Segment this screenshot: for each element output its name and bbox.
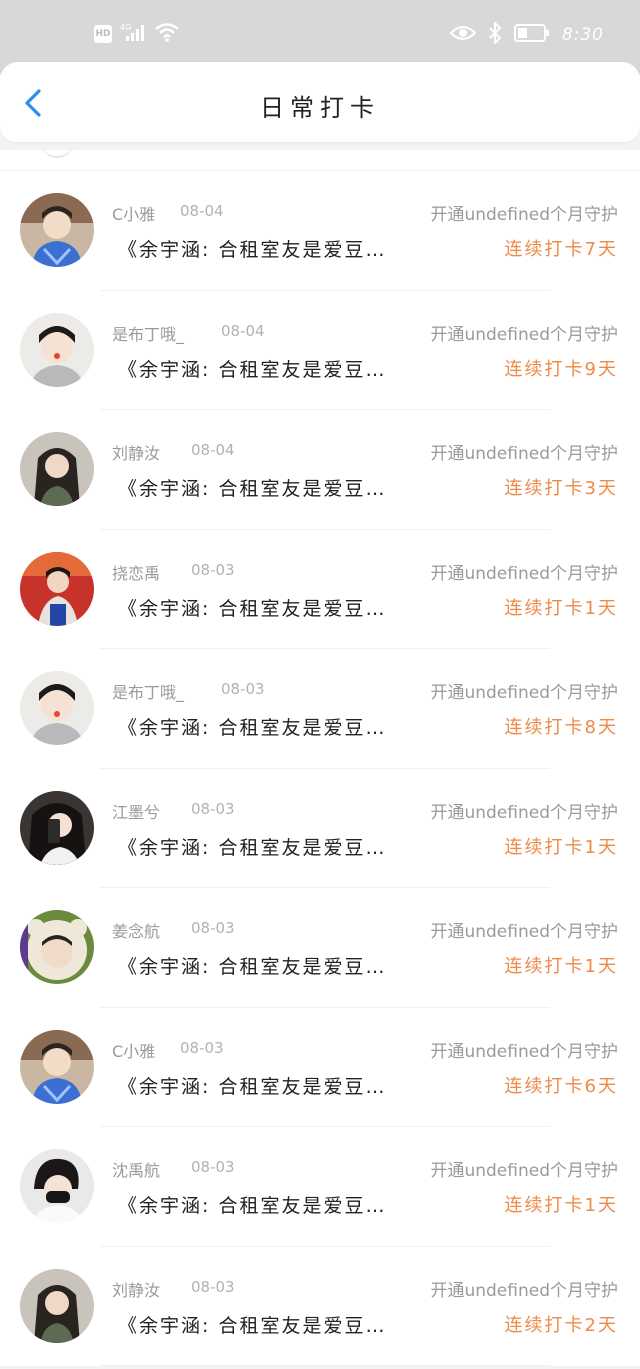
- checkin-list: C小雅 08-04 开通undefined个月守护 《余宇涵: 合租室友是爱豆……: [0, 150, 640, 1366]
- battery-icon: [513, 23, 550, 47]
- checkin-date: 08-03: [191, 560, 235, 579]
- checkin-row[interactable]: 沈禹航 08-03 开通undefined个月守护 《余宇涵: 合租室友是爱豆……: [0, 1127, 640, 1247]
- avatar[interactable]: [20, 551, 94, 626]
- guard-text: 开通undefined个月守护: [430, 1280, 618, 1301]
- guard-text: 开通undefined个月守护: [430, 563, 618, 584]
- checkin-date: 08-03: [191, 1277, 235, 1296]
- avatar[interactable]: [20, 432, 94, 506]
- guard-text: 开通undefined个月守护: [430, 205, 618, 225]
- svg-text:4G: 4G: [120, 23, 131, 32]
- checkin-date: 08-04: [180, 202, 224, 220]
- user-name[interactable]: C小雅: [112, 201, 155, 225]
- avatar[interactable]: [20, 790, 94, 865]
- streak-text: 连续打卡6天: [504, 1075, 618, 1097]
- checkin-date: 08-04: [191, 441, 235, 459]
- guard-text: 开通undefined个月守护: [430, 683, 618, 703]
- checkin-row[interactable]: 刘静汝 08-04 开通undefined个月守护 《余宇涵: 合租室友是爱豆……: [0, 410, 640, 530]
- eye-icon: [449, 24, 477, 46]
- checkin-row[interactable]: 江墨兮 08-03 开通undefined个月守护 《余宇涵: 合租室友是爱豆……: [0, 768, 640, 888]
- streak-text: 连续打卡9天: [504, 358, 618, 380]
- user-name[interactable]: 姜念航: [112, 918, 160, 942]
- guard-text: 开通undefined个月守护: [430, 444, 618, 464]
- streak-text: 连续打卡7天: [504, 239, 618, 260]
- avatar[interactable]: [20, 193, 94, 267]
- post-title[interactable]: 《余宇涵: 合租室友是爱豆…: [118, 1072, 410, 1099]
- streak-text: 连续打卡1天: [504, 1195, 618, 1216]
- avatar[interactable]: [20, 1268, 94, 1343]
- post-title[interactable]: 《余宇涵: 合租室友是爱豆…: [118, 1191, 410, 1218]
- post-title[interactable]: 《余宇涵: 合租室友是爱豆…: [118, 713, 410, 740]
- avatar[interactable]: [20, 1149, 94, 1223]
- post-title[interactable]: 《余宇涵: 合租室友是爱豆…: [118, 833, 410, 860]
- avatar[interactable]: [20, 910, 94, 984]
- checkin-date: 08-04: [221, 321, 265, 340]
- checkin-row[interactable]: 挠恋禹 08-03 开通undefined个月守护 《余宇涵: 合租室友是爱豆……: [0, 529, 640, 649]
- previous-row-edge: [0, 150, 640, 171]
- avatar[interactable]: [20, 1029, 94, 1104]
- checkin-row[interactable]: 是布丁哦_ 08-04 开通undefined个月守护 《余宇涵: 合租室友是爱…: [0, 290, 640, 410]
- user-name[interactable]: 江墨兮: [112, 799, 160, 823]
- guard-text: 开通undefined个月守护: [430, 802, 618, 823]
- screen: HD 4G 8:30 日常打卡 C小雅 08-04 开通undefined个月守…: [0, 0, 640, 1369]
- guard-text: 开通undefined个月守护: [430, 1161, 618, 1181]
- wifi-icon: [154, 22, 180, 46]
- user-name[interactable]: 挠恋禹: [112, 560, 160, 584]
- user-name[interactable]: 沈禹航: [112, 1157, 160, 1181]
- checkin-date: 08-03: [191, 919, 235, 937]
- streak-text: 连续打卡1天: [504, 956, 618, 977]
- streak-text: 连续打卡8天: [504, 717, 618, 738]
- page-title: 日常打卡: [260, 94, 380, 122]
- status-bar-right: 8:30: [449, 20, 604, 48]
- bluetooth-icon: [488, 20, 502, 48]
- post-title[interactable]: 《余宇涵: 合租室友是爱豆…: [118, 1311, 410, 1338]
- user-name[interactable]: 刘静汝: [112, 440, 160, 464]
- status-bar-left: HD 4G: [94, 22, 180, 46]
- signal-icon: 4G: [120, 22, 146, 46]
- avatar[interactable]: [20, 671, 94, 745]
- streak-text: 连续打卡3天: [504, 478, 618, 499]
- user-name[interactable]: 是布丁哦_: [112, 679, 184, 703]
- top-nav-bar: 日常打卡: [0, 62, 640, 142]
- checkin-date: 08-03: [180, 1038, 224, 1057]
- checkin-row[interactable]: C小雅 08-04 开通undefined个月守护 《余宇涵: 合租室友是爱豆……: [0, 171, 640, 291]
- checkin-date: 08-03: [191, 1158, 235, 1176]
- user-name[interactable]: 是布丁哦_: [112, 321, 184, 345]
- checkin-row[interactable]: 刘静汝 08-03 开通undefined个月守护 《余宇涵: 合租室友是爱豆……: [0, 1246, 640, 1366]
- streak-text: 连续打卡2天: [504, 1314, 618, 1336]
- post-title[interactable]: 《余宇涵: 合租室友是爱豆…: [118, 474, 410, 501]
- guard-text: 开通undefined个月守护: [430, 922, 618, 942]
- checkin-row[interactable]: C小雅 08-03 开通undefined个月守护 《余宇涵: 合租室友是爱豆……: [0, 1007, 640, 1127]
- streak-text: 连续打卡1天: [504, 836, 618, 858]
- checkin-row[interactable]: 是布丁哦_ 08-03 开通undefined个月守护 《余宇涵: 合租室友是爱…: [0, 649, 640, 769]
- post-title[interactable]: 《余宇涵: 合租室友是爱豆…: [118, 594, 410, 621]
- hd-icon: HD: [94, 25, 112, 43]
- checkin-row[interactable]: 姜念航 08-03 开通undefined个月守护 《余宇涵: 合租室友是爱豆……: [0, 888, 640, 1008]
- status-time: 8:30: [561, 25, 604, 45]
- user-name[interactable]: 刘静汝: [112, 1277, 160, 1301]
- post-title[interactable]: 《余宇涵: 合租室友是爱豆…: [118, 235, 410, 262]
- checkin-date: 08-03: [221, 680, 265, 698]
- user-name[interactable]: C小雅: [112, 1038, 155, 1062]
- guard-text: 开通undefined个月守护: [430, 1041, 618, 1062]
- guard-text: 开通undefined个月守护: [430, 324, 618, 345]
- avatar[interactable]: [20, 312, 94, 387]
- checkin-date: 08-03: [191, 799, 235, 818]
- post-title[interactable]: 《余宇涵: 合租室友是爱豆…: [118, 952, 410, 979]
- post-title[interactable]: 《余宇涵: 合租室友是爱豆…: [118, 355, 410, 382]
- streak-text: 连续打卡1天: [504, 597, 618, 619]
